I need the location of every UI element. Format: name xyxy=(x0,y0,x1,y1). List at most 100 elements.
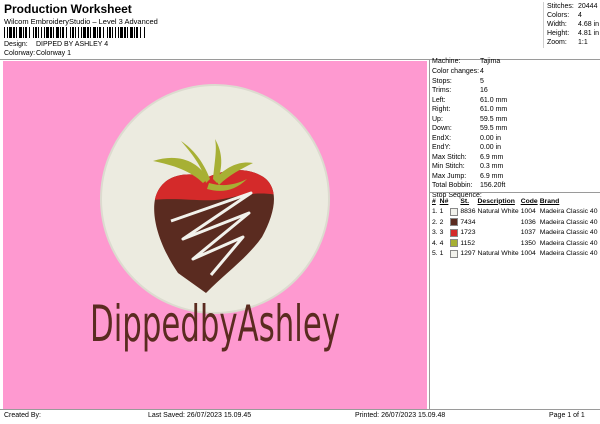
panel-divider xyxy=(429,59,430,409)
stat-value: 4.68 in xyxy=(578,21,600,28)
info-label: Right: xyxy=(432,106,451,113)
thread-description: Natural White xyxy=(477,208,519,216)
thread-brand: Madeira Classic 40 xyxy=(539,250,598,258)
table-row: 1. 1 8836 Natural White 1004 Madeira Cla… xyxy=(431,207,598,218)
needle-number: 3 xyxy=(439,229,444,237)
info-value: 59.5 mm xyxy=(480,116,508,123)
barcode-bar xyxy=(83,27,86,38)
barcode-bar xyxy=(118,27,119,38)
barcode-image xyxy=(4,27,145,38)
info-value: 156.20ft xyxy=(480,182,506,189)
barcode-bar xyxy=(136,27,138,38)
info-label: Total Bobbin: xyxy=(432,182,473,189)
stitch-count: 8836 xyxy=(460,208,476,216)
barcode-bar xyxy=(99,27,101,38)
barcode-bar xyxy=(93,27,96,38)
stop-number: 1. xyxy=(432,208,438,216)
stitch-count: 1723 xyxy=(460,229,476,237)
created-by: Created By: xyxy=(4,412,41,419)
info-value: Tajima xyxy=(480,58,501,65)
barcode-bar xyxy=(70,27,71,38)
design-lettering: DippedbyAshley xyxy=(90,295,340,353)
barcode-bar xyxy=(124,27,126,38)
stat-label: Zoom: xyxy=(547,39,567,46)
info-label: EndX: xyxy=(432,135,452,142)
table-row: 5. 1 1297 Natural White 1004 Madeira Cla… xyxy=(431,249,598,260)
info-value: 0.3 mm xyxy=(480,163,504,170)
barcode-bar xyxy=(62,27,64,38)
design-value: DIPPED BY ASHLEY 4 xyxy=(36,41,109,48)
barcode-bar xyxy=(78,27,79,38)
thread-brand: Madeira Classic 40 xyxy=(539,239,598,247)
barcode-bar xyxy=(46,27,49,38)
stat-label: Stitches: xyxy=(547,3,574,10)
info-label: Left: xyxy=(432,97,446,104)
barcode-bar xyxy=(66,27,67,38)
column-header: St. xyxy=(460,197,470,205)
info-label: Up: xyxy=(432,116,443,123)
colorway-label: Colorway: xyxy=(4,50,36,57)
barcode-bar xyxy=(127,27,128,38)
info-label: Down: xyxy=(432,125,452,132)
stat-value: 4 xyxy=(578,12,582,19)
info-value: 6.9 mm xyxy=(480,173,504,180)
barcode-bar xyxy=(25,27,27,38)
stat-value: 1:1 xyxy=(578,39,588,46)
column-header xyxy=(449,196,459,207)
stop-number: 3. xyxy=(432,229,438,237)
stop-number: 2. xyxy=(432,218,438,226)
color-swatch xyxy=(450,228,459,237)
barcode-bar xyxy=(115,27,116,38)
stop-number: 4. xyxy=(432,239,438,247)
thread-description: Natural White xyxy=(477,250,519,258)
barcode-bar xyxy=(107,27,108,38)
stat-label: Height: xyxy=(547,30,570,37)
table-row: 2. 2 7434 1036 Madeira Classic 40 xyxy=(431,217,598,228)
color-swatch xyxy=(450,239,459,248)
barcode-bar xyxy=(41,27,42,38)
info-value: 4 xyxy=(480,68,484,75)
info-value: 0.00 in xyxy=(480,144,502,151)
barcode-bar xyxy=(29,27,30,38)
barcode-bar xyxy=(75,27,76,38)
design-preview: DippedbyAshley xyxy=(3,61,427,409)
design-stats: Stitches: 20444 Colors: 4 Width: 4.68 in… xyxy=(543,2,600,48)
needle-number: 2 xyxy=(439,218,444,226)
column-header: N# xyxy=(439,197,449,205)
info-label: Min Stitch: xyxy=(432,163,465,170)
info-label: Stops: xyxy=(432,78,452,85)
color-swatch xyxy=(450,249,459,258)
barcode-bar xyxy=(9,27,12,38)
stitch-count: 1152 xyxy=(460,239,475,247)
table-row: 3. 3 1723 1037 Madeira Classic 40 xyxy=(431,228,598,239)
worksheet-title: Production Worksheet xyxy=(4,2,132,16)
barcode-bar xyxy=(90,27,91,38)
thread-brand: Madeira Classic 40 xyxy=(539,229,598,237)
info-value: 16 xyxy=(480,87,488,94)
last-saved: Last Saved: 26/07/2023 15.09.45 xyxy=(148,412,252,419)
color-swatch xyxy=(450,218,459,227)
barcode-bar xyxy=(87,27,89,38)
stat-label: Width: xyxy=(547,21,567,28)
header-divider xyxy=(0,59,600,60)
column-header: Code xyxy=(520,197,538,205)
info-label: Max Stitch: xyxy=(432,154,467,161)
printed-date: Printed: 26/07/2023 15.09.48 xyxy=(355,412,446,419)
barcode-bar xyxy=(56,27,59,38)
info-label: Color changes: xyxy=(432,68,480,75)
thread-code: 1036 xyxy=(520,218,536,226)
stop-number: 5. xyxy=(432,250,438,258)
info-label: Trims: xyxy=(432,87,452,94)
needle-number: 4 xyxy=(439,239,444,247)
barcode-bar xyxy=(44,27,45,38)
info-value: 59.5 mm xyxy=(480,125,508,132)
stop-sequence-table: # N# St. Description Code Brand 1. 1 883… xyxy=(431,196,598,259)
info-value: 0.00 in xyxy=(480,135,502,142)
barcode-bar xyxy=(19,27,22,38)
color-swatch xyxy=(450,207,459,216)
barcode-bar xyxy=(4,27,5,38)
thread-description xyxy=(477,217,520,228)
barcode-bar xyxy=(97,27,98,38)
info-divider xyxy=(430,192,600,193)
column-header: # xyxy=(432,197,436,205)
